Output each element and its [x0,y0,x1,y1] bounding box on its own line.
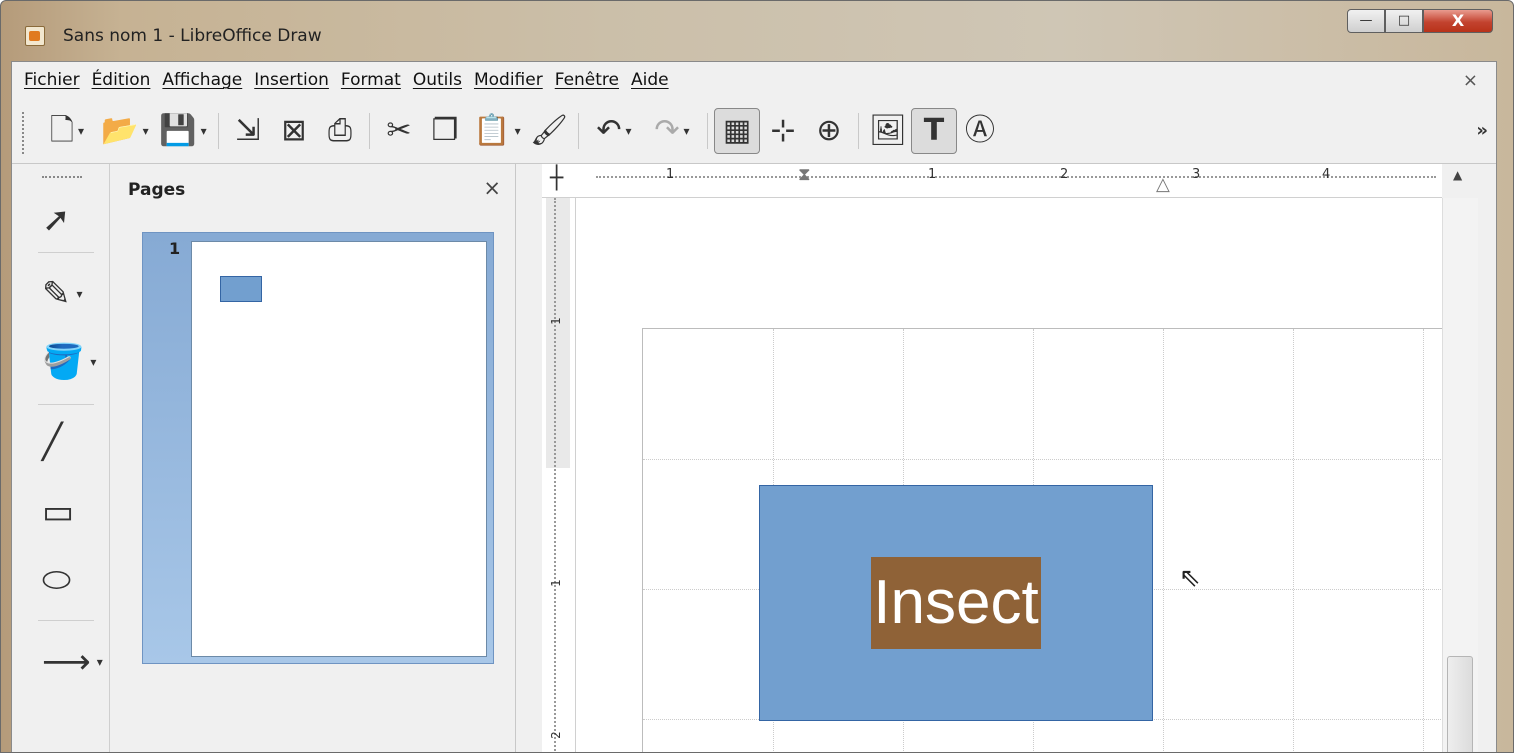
toolbar-separator [218,112,219,149]
toolbar-separator [38,620,94,621]
menu-modifier[interactable]: Modifier [474,70,543,90]
menu-aide[interactable]: Aide [631,70,669,90]
toolbar-grip[interactable] [42,176,82,178]
fill-color-icon[interactable]: 🪣 ▾ [42,342,102,382]
menu-edition[interactable]: Édition [92,70,151,90]
ruler-label: 2 [548,731,563,739]
insert-text-box-icon[interactable]: T [911,107,957,154]
toolbar-separator [858,112,859,149]
libreoffice-draw-icon [25,26,45,46]
scrollbar-thumb[interactable] [1447,656,1473,752]
drawing-page[interactable]: Insect [642,328,1442,752]
clone-formatting-icon[interactable]: 🖌 [526,108,572,154]
fontwork-icon[interactable]: Ⓐ [957,108,1003,154]
export-icon[interactable]: ⇲ [225,108,271,154]
ruler-label: 1 [928,167,937,182]
grid-line [1423,329,1424,752]
grid-line [643,459,1442,460]
pages-panel: Pages × 1 [112,164,516,752]
grid-line [1163,329,1164,752]
menu-bar: Fichier Édition Affichage Insertion Form… [12,62,1496,98]
title-bar: Sans nom 1 - LibreOffice Draw — □ X [1,1,1513,46]
scroll-up-icon[interactable]: ▲ [1453,168,1462,182]
drawing-canvas[interactable]: Insect [576,198,1442,752]
menu-affichage[interactable]: Affichage [162,70,242,90]
redo-icon[interactable]: ↷ [643,108,701,154]
menu-fichier[interactable]: Fichier [24,70,80,90]
minimize-button[interactable]: — [1347,9,1385,33]
app-frame: Fichier Édition Affichage Insertion Form… [11,61,1497,752]
window-controls: — □ X [1347,9,1493,33]
page-thumbnail-preview [191,241,487,657]
thumbnail-shape [220,276,262,302]
close-pages-panel-button[interactable]: × [483,176,501,200]
close-button[interactable]: X [1423,9,1493,33]
ellipse-icon[interactable]: ⬭ [42,560,102,600]
mouse-cursor-icon: ⇖ [1179,563,1201,593]
toolbar-separator [707,112,708,149]
standard-toolbar: 🗋 📂 💾 ⇲ ⊠ ⎙ ✂ ❐ 📋 🖌 ↶ ↷ ▦ ⊹ ⊕ 🖼 T Ⓐ » [12,98,1496,164]
ruler-label: 4 [1322,167,1331,182]
shape-text[interactable]: Insect [871,557,1041,649]
menu-outils[interactable]: Outils [413,70,462,90]
select-icon[interactable]: ➚ [42,200,102,240]
cut-icon[interactable]: ✂ [376,108,422,154]
right-indent-marker[interactable]: △ [1156,174,1170,195]
rectangle-shape[interactable]: Insect [759,485,1153,721]
vertical-ruler[interactable]: 1 1 2 [542,198,576,752]
app-window: Sans nom 1 - LibreOffice Draw — □ X Fich… [0,0,1514,753]
menu-insertion[interactable]: Insertion [254,70,329,90]
helplines-icon[interactable]: ⊹ [760,108,806,154]
print-icon[interactable]: ⎙ [317,108,363,154]
undo-icon[interactable]: ↶ [585,108,643,154]
copy-icon[interactable]: ❐ [422,108,468,154]
export-pdf-icon[interactable]: ⊠ [271,108,317,154]
ruler-origin-icon[interactable]: ┼ [550,166,563,191]
new-icon[interactable]: 🗋 [38,108,96,154]
pages-panel-title: Pages [128,180,186,200]
line-color-icon[interactable]: ✎ ▾ [42,274,102,314]
arrow-line-icon[interactable]: ⟶ ▾ [42,642,103,682]
paste-icon[interactable]: 📋 [468,108,526,154]
grid-line [1293,329,1294,752]
toolbar-more-icon[interactable]: » [1476,120,1488,141]
rectangle-icon[interactable]: ▭ [42,492,102,532]
close-document-button[interactable]: × [1463,70,1478,91]
line-icon[interactable]: ╱ [42,422,102,462]
left-indent-marker[interactable]: ⧗ [798,164,811,185]
display-grid-icon[interactable]: ▦ [714,107,760,154]
ruler-ticks [554,198,566,752]
toolbar-separator [369,112,370,149]
ruler-label: 1 [548,317,563,325]
open-icon[interactable]: 📂 [96,108,154,154]
horizontal-ruler[interactable]: ┼ 1 ⧗ 1 2 △ 3 4 [542,164,1442,198]
window-title: Sans nom 1 - LibreOffice Draw [63,26,322,46]
toolbar-separator [578,112,579,149]
maximize-button[interactable]: □ [1385,9,1423,33]
zoom-pan-icon[interactable]: ⊕ [806,108,852,154]
ruler-label: 3 [1192,167,1201,182]
drawing-toolbar: ➚ ✎ ▾ 🪣 ▾ ╱ ▭ ⬭ ⟶ ▾ [12,164,110,752]
vertical-scrollbar[interactable]: ▲ [1442,168,1478,752]
save-icon[interactable]: 💾 [154,108,212,154]
page-thumbnail[interactable]: 1 [142,232,494,664]
ruler-ticks [596,176,1436,188]
menu-format[interactable]: Format [341,70,401,90]
insert-image-icon[interactable]: 🖼 [865,108,911,154]
ruler-label: 1 [548,579,563,587]
page-number: 1 [169,239,181,258]
ruler-label: 2 [1060,167,1069,182]
ruler-label: 1 [666,167,675,182]
toolbar-separator [38,404,94,405]
menu-fenetre[interactable]: Fenêtre [555,70,619,90]
toolbar-grip[interactable] [22,112,26,154]
toolbar-separator [38,252,94,253]
